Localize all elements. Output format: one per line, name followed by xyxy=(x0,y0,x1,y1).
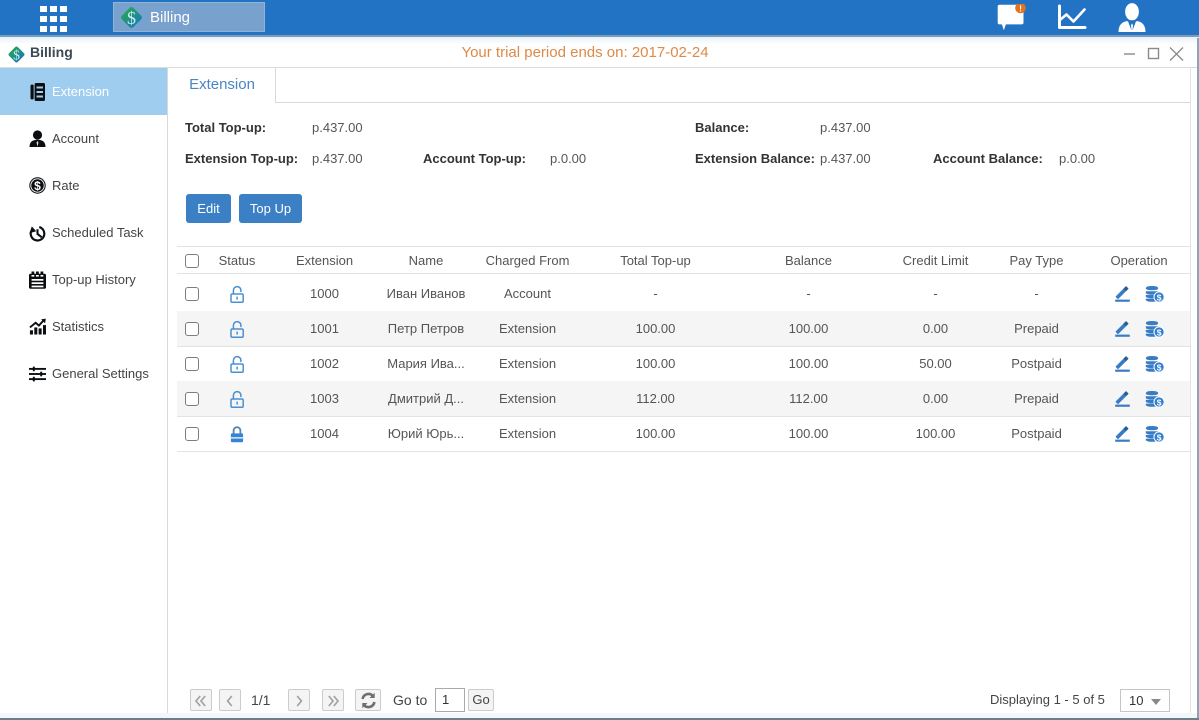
svg-text:$: $ xyxy=(1156,292,1161,302)
svg-text:$: $ xyxy=(1156,397,1161,407)
svg-text:$: $ xyxy=(34,179,41,193)
svg-text:$: $ xyxy=(1156,432,1161,442)
svg-text:!: ! xyxy=(1019,4,1022,13)
svg-text:$: $ xyxy=(1156,362,1161,372)
svg-text:$: $ xyxy=(127,8,136,28)
svg-text:$: $ xyxy=(1156,327,1161,337)
svg-text:$: $ xyxy=(13,47,20,62)
